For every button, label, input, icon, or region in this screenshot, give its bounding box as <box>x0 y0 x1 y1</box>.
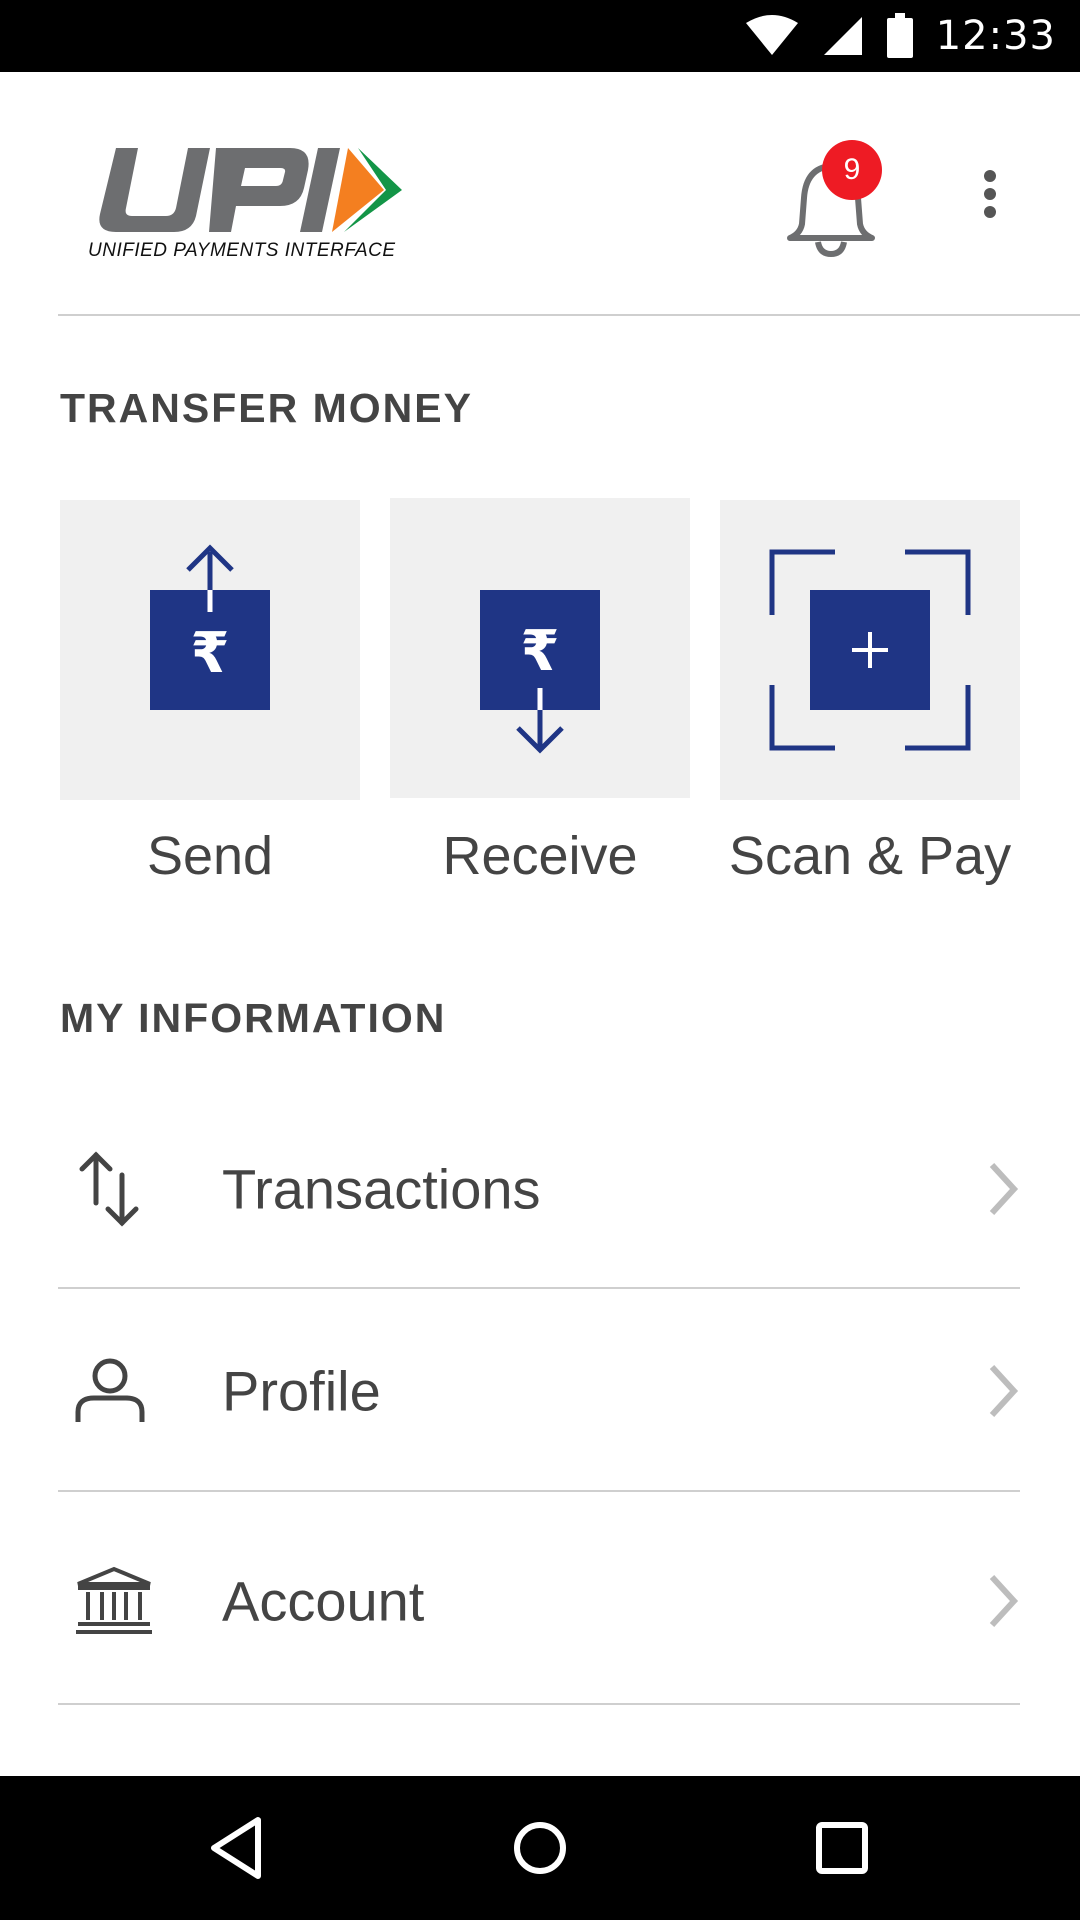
row-divider <box>58 1490 1020 1492</box>
account-row[interactable]: Account <box>58 1500 1020 1702</box>
svg-text:₹: ₹ <box>521 619 560 684</box>
transactions-row[interactable]: Transactions <box>58 1088 1020 1290</box>
chevron-right-icon <box>989 1574 1019 1628</box>
account-label: Account <box>222 1569 425 1633</box>
bank-icon <box>76 1566 152 1634</box>
status-bar: 12:33 <box>0 0 1080 72</box>
navigation-bar <box>0 1776 1080 1920</box>
chevron-right-icon <box>989 1162 1019 1216</box>
transfer-money-heading: TRANSFER MONEY <box>60 385 473 431</box>
status-icons: 12:33 <box>744 0 1056 72</box>
person-icon <box>75 1358 145 1422</box>
transactions-arrows-icon <box>79 1151 139 1227</box>
cell-signal-icon <box>823 17 862 55</box>
status-time: 12:33 <box>935 13 1056 59</box>
battery-icon <box>886 13 913 58</box>
receive-rupee-icon: ₹ <box>480 590 600 754</box>
receive-label: Receive <box>442 826 638 886</box>
send-tile[interactable]: ₹ <box>60 500 360 800</box>
profile-label: Profile <box>222 1359 381 1423</box>
app-header: UNIFIED PAYMENTS INTERFACE 9 <box>0 72 1080 314</box>
transactions-label: Transactions <box>222 1157 541 1221</box>
scan-qr-icon <box>769 549 971 751</box>
scan-pay-tile[interactable] <box>720 500 1020 800</box>
overflow-menu-icon[interactable] <box>968 164 1012 224</box>
notification-badge: 9 <box>822 140 882 200</box>
recents-icon[interactable] <box>806 1812 878 1884</box>
row-divider <box>58 1703 1020 1705</box>
chevron-right-icon <box>989 1364 1019 1418</box>
upi-tagline: UNIFIED PAYMENTS INTERFACE <box>88 240 396 261</box>
send-label: Send <box>146 826 274 886</box>
scan-pay-label: Scan & Pay <box>728 826 1012 886</box>
profile-row[interactable]: Profile <box>58 1290 1020 1492</box>
home-icon[interactable] <box>504 1812 576 1884</box>
my-information-heading: MY INFORMATION <box>60 995 447 1041</box>
send-rupee-icon: ₹ <box>150 544 270 710</box>
header-divider <box>58 314 1080 316</box>
back-icon[interactable] <box>202 1812 274 1884</box>
svg-text:₹: ₹ <box>191 621 230 686</box>
wifi-icon <box>745 15 798 55</box>
row-divider <box>58 1287 1020 1289</box>
receive-tile[interactable]: ₹ <box>390 498 690 798</box>
